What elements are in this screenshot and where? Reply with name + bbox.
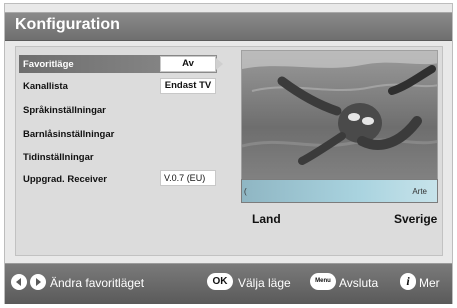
menu-item-sprakinstallningar[interactable]: Språkinställningar bbox=[19, 101, 217, 119]
settings-panel: Favoritläge Av Kanallista Endast TV Språ… bbox=[15, 46, 443, 256]
country-slider[interactable]: ( Arte bbox=[241, 179, 438, 203]
left-arrow-glyph bbox=[16, 278, 21, 286]
menu-item-label: Barnlåsinställningar bbox=[23, 129, 115, 140]
menu-button-icon[interactable]: Menu bbox=[310, 273, 336, 290]
receiver-version-value: V.0.7 (EU) bbox=[160, 170, 216, 186]
right-arrow-glyph bbox=[36, 278, 41, 286]
menu-item-label: Uppgrad. Receiver bbox=[23, 174, 107, 185]
menu-item-kanallista[interactable]: Kanallista Endast TV bbox=[19, 77, 217, 95]
menu-item-uppgrad-receiver[interactable]: Uppgrad. Receiver V.0.7 (EU) bbox=[19, 170, 217, 188]
ok-button-icon[interactable]: OK bbox=[207, 273, 233, 290]
more-label: Mer bbox=[419, 276, 440, 290]
settings-screen: Konfiguration Favoritläge Av Kanallista … bbox=[4, 3, 453, 304]
country-label: Land bbox=[252, 212, 281, 226]
change-favorite-label: Ändra favoritläget bbox=[50, 276, 145, 290]
menu-item-label: Favoritläge bbox=[23, 59, 74, 70]
menu-item-label: Tidinställningar bbox=[23, 152, 94, 163]
footer-bar: Ändra favoritläget OK Välja läge Menu Av… bbox=[5, 263, 452, 304]
menu-item-tidinstallningar[interactable]: Tidinställningar bbox=[19, 148, 217, 166]
select-mode-label: Välja läge bbox=[238, 276, 291, 290]
page-title: Konfiguration bbox=[15, 16, 120, 33]
slider-start-marker: ( bbox=[244, 187, 247, 196]
slider-text: Arte bbox=[412, 187, 427, 196]
country-value[interactable]: Sverige bbox=[394, 212, 437, 226]
kanallista-value[interactable]: Endast TV bbox=[160, 78, 216, 94]
right-arrow-icon[interactable] bbox=[30, 274, 46, 290]
left-arrow-icon[interactable] bbox=[11, 274, 27, 290]
chevron-right-icon[interactable] bbox=[216, 58, 223, 70]
menu-item-barnlasinstallningar[interactable]: Barnlåsinställningar bbox=[19, 125, 217, 143]
info-icon[interactable]: i bbox=[400, 273, 416, 290]
menu-item-favoritlage[interactable]: Favoritläge Av bbox=[19, 55, 223, 73]
menu-item-label: Kanallista bbox=[23, 81, 68, 92]
menu-item-label: Språkinställningar bbox=[23, 105, 106, 116]
exit-label: Avsluta bbox=[339, 276, 379, 290]
favoritlage-value[interactable]: Av bbox=[160, 56, 216, 72]
title-bar: Konfiguration bbox=[5, 12, 452, 41]
